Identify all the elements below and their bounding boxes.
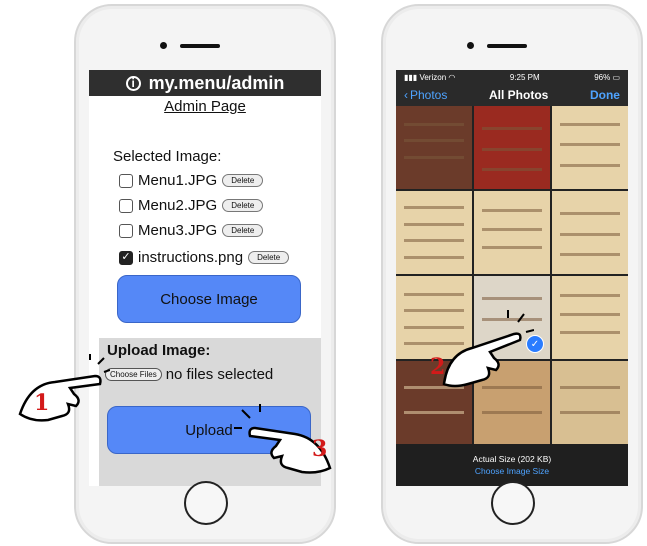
photo-thumbnail[interactable] [474, 106, 550, 189]
menu1-checkbox[interactable] [119, 173, 133, 188]
photo-thumbnail[interactable] [552, 276, 628, 359]
camera-icon [467, 42, 474, 49]
done-button[interactable]: Done [590, 88, 620, 102]
battery-icon: ▭ [612, 72, 620, 82]
file-picker: Choose Files no files selected [105, 366, 273, 383]
phone-frame-right: ▮▮▮ Verizon ◠ 9:25 PM 96% ▭ ‹ Photos All… [381, 4, 643, 544]
file-row-menu1: Menu1.JPG Delete [119, 172, 264, 189]
instructions-checkbox[interactable]: ✓ [119, 250, 133, 265]
menu3-checkbox[interactable] [119, 223, 133, 238]
status-time: 9:25 PM [509, 72, 540, 82]
step-number: 3 [312, 436, 328, 462]
choose-image-button[interactable]: Choose Image [117, 275, 301, 323]
delete-instructions-button[interactable]: Delete [248, 251, 290, 264]
info-icon: i [125, 75, 141, 91]
menu2-checkbox[interactable] [119, 198, 133, 213]
file-row-menu2: Menu2.JPG Delete [119, 197, 264, 214]
photo-picker-screen: ▮▮▮ Verizon ◠ 9:25 PM 96% ▭ ‹ Photos All… [396, 70, 628, 486]
delete-menu2-button[interactable]: Delete [222, 199, 264, 212]
back-button[interactable]: ‹ Photos [404, 88, 447, 102]
url-text: my.menu/admin [148, 72, 285, 93]
camera-icon [160, 42, 167, 49]
status-bar: ▮▮▮ Verizon ◠ 9:25 PM 96% ▭ [396, 70, 628, 84]
speaker-grille [487, 44, 527, 48]
step-number: 1 [34, 390, 50, 416]
home-button[interactable] [491, 481, 535, 525]
url-bar[interactable]: i my.menu/admin [89, 70, 321, 96]
photo-thumbnail[interactable] [552, 361, 628, 444]
nav-title: All Photos [489, 88, 549, 102]
admin-page-link[interactable]: Admin Page [89, 98, 321, 115]
no-files-text: no files selected [165, 366, 274, 383]
image-size-footer: Actual Size (202 KB) Choose Image Size [396, 444, 628, 486]
delete-menu3-button[interactable]: Delete [222, 224, 264, 237]
step-number: 2 [430, 354, 446, 380]
photo-thumbnail[interactable] [552, 191, 628, 274]
home-button[interactable] [184, 481, 228, 525]
pointing-hand-icon [442, 310, 534, 388]
nav-bar: ‹ Photos All Photos Done [396, 84, 628, 106]
signal-icon: ▮▮▮ [404, 72, 418, 82]
file-row-menu3: Menu3.JPG Delete [119, 222, 264, 239]
file-name: Menu2.JPG [138, 197, 218, 214]
choose-files-button[interactable]: Choose Files [105, 368, 162, 381]
photo-thumbnail[interactable] [396, 106, 472, 189]
file-name: Menu1.JPG [138, 172, 218, 189]
actual-size-text: Actual Size (202 KB) [472, 454, 552, 464]
battery-indicator: 96% ▭ [594, 72, 620, 82]
photo-thumbnail[interactable] [474, 191, 550, 274]
delete-menu1-button[interactable]: Delete [222, 174, 264, 187]
choose-image-size-link[interactable]: Choose Image Size [475, 466, 549, 476]
carrier-label: ▮▮▮ Verizon ◠ [404, 72, 456, 82]
selected-image-label: Selected Image: [113, 148, 222, 165]
speaker-grille [180, 44, 220, 48]
file-name: Menu3.JPG [138, 222, 218, 239]
chevron-left-icon: ‹ [404, 88, 408, 102]
file-name: instructions.png [138, 249, 244, 266]
upload-image-label: Upload Image: [107, 342, 211, 359]
photo-thumbnail[interactable] [552, 106, 628, 189]
photo-thumbnail[interactable] [396, 191, 472, 274]
pointing-hand-icon [18, 354, 110, 422]
file-row-instructions: ✓ instructions.png Delete [119, 249, 290, 266]
wifi-icon: ◠ [448, 72, 456, 82]
